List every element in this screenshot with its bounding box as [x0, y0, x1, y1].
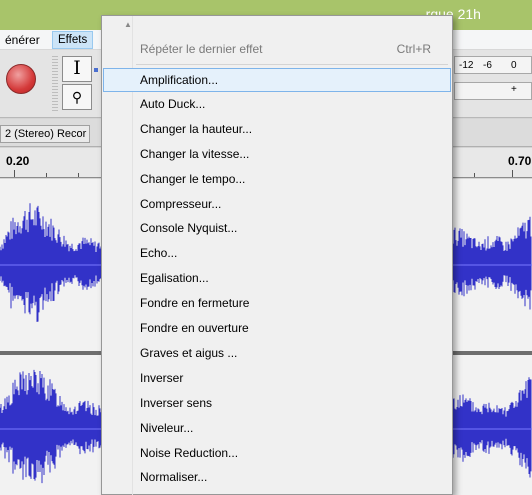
menu-generate[interactable]: énérer — [0, 32, 45, 48]
menu-item[interactable]: Fondre en fermeture — [103, 292, 451, 316]
menu-item[interactable]: Inverser sens — [103, 392, 451, 416]
shortcut-label: Ctrl+R — [396, 42, 431, 56]
menu-item[interactable]: Graves et aigus ... — [103, 342, 451, 366]
meter-label: -6 — [483, 60, 492, 71]
menu-item[interactable]: Noise Reduction... — [103, 442, 451, 466]
ruler-tick — [46, 173, 47, 177]
track-name-dropdown[interactable]: 2 (Stereo) Recor — [0, 125, 90, 143]
menu-item[interactable]: Compresseur... — [103, 193, 451, 217]
envelope-tool-icon[interactable] — [94, 68, 98, 72]
menu-item[interactable]: Echo... — [103, 242, 451, 266]
meter-scale: -12 -6 0 — [454, 56, 532, 74]
effects-menu: ▲ Répéter le dernier effet Ctrl+R Amplif… — [101, 15, 453, 495]
selection-tool-icon[interactable]: I — [62, 56, 92, 82]
ruler-tick — [78, 173, 79, 177]
menu-item[interactable]: Changer la vitesse... — [103, 143, 451, 167]
scroll-up-icon[interactable]: ▲ — [124, 20, 132, 29]
menu-item[interactable]: Changer le tempo... — [103, 168, 451, 192]
zoom-tool-icon[interactable]: ⚲ — [62, 84, 92, 110]
menu-item[interactable]: Niveleur... — [103, 417, 451, 441]
record-button[interactable] — [6, 64, 36, 94]
menu-item[interactable]: Fondre en ouverture — [103, 317, 451, 341]
menu-item[interactable]: Changer la hauteur... — [103, 118, 451, 142]
meter-label: 0 — [511, 60, 517, 71]
menu-item[interactable]: Egalisation... — [103, 267, 451, 291]
menu-item-label: Répéter le dernier effet — [140, 42, 263, 56]
menu-item[interactable]: Normaliser... — [103, 466, 451, 490]
toolbar-grip[interactable] — [52, 56, 58, 112]
menu-separator — [136, 64, 448, 65]
level-meter[interactable]: -12 -6 0 + — [454, 56, 532, 112]
menu-item[interactable]: Amplification... — [103, 68, 451, 92]
plus-icon: + — [511, 84, 517, 95]
meter-label: -12 — [459, 60, 474, 71]
menu-item[interactable]: Console Nyquist... — [103, 217, 451, 241]
menu-effects[interactable]: Effets — [52, 31, 94, 49]
ruler-tick — [14, 170, 15, 177]
meter-bar: + — [454, 82, 532, 100]
ruler-tick — [474, 173, 475, 177]
menu-item[interactable]: Auto Duck... — [103, 93, 451, 117]
ruler-tick — [512, 170, 513, 177]
menu-item-repeat-last-effect[interactable]: Répéter le dernier effet Ctrl+R — [103, 38, 451, 62]
menu-item[interactable]: Inverser — [103, 367, 451, 391]
ruler-label: 0.70 — [508, 154, 532, 168]
ruler-label: 0.20 — [6, 154, 30, 168]
